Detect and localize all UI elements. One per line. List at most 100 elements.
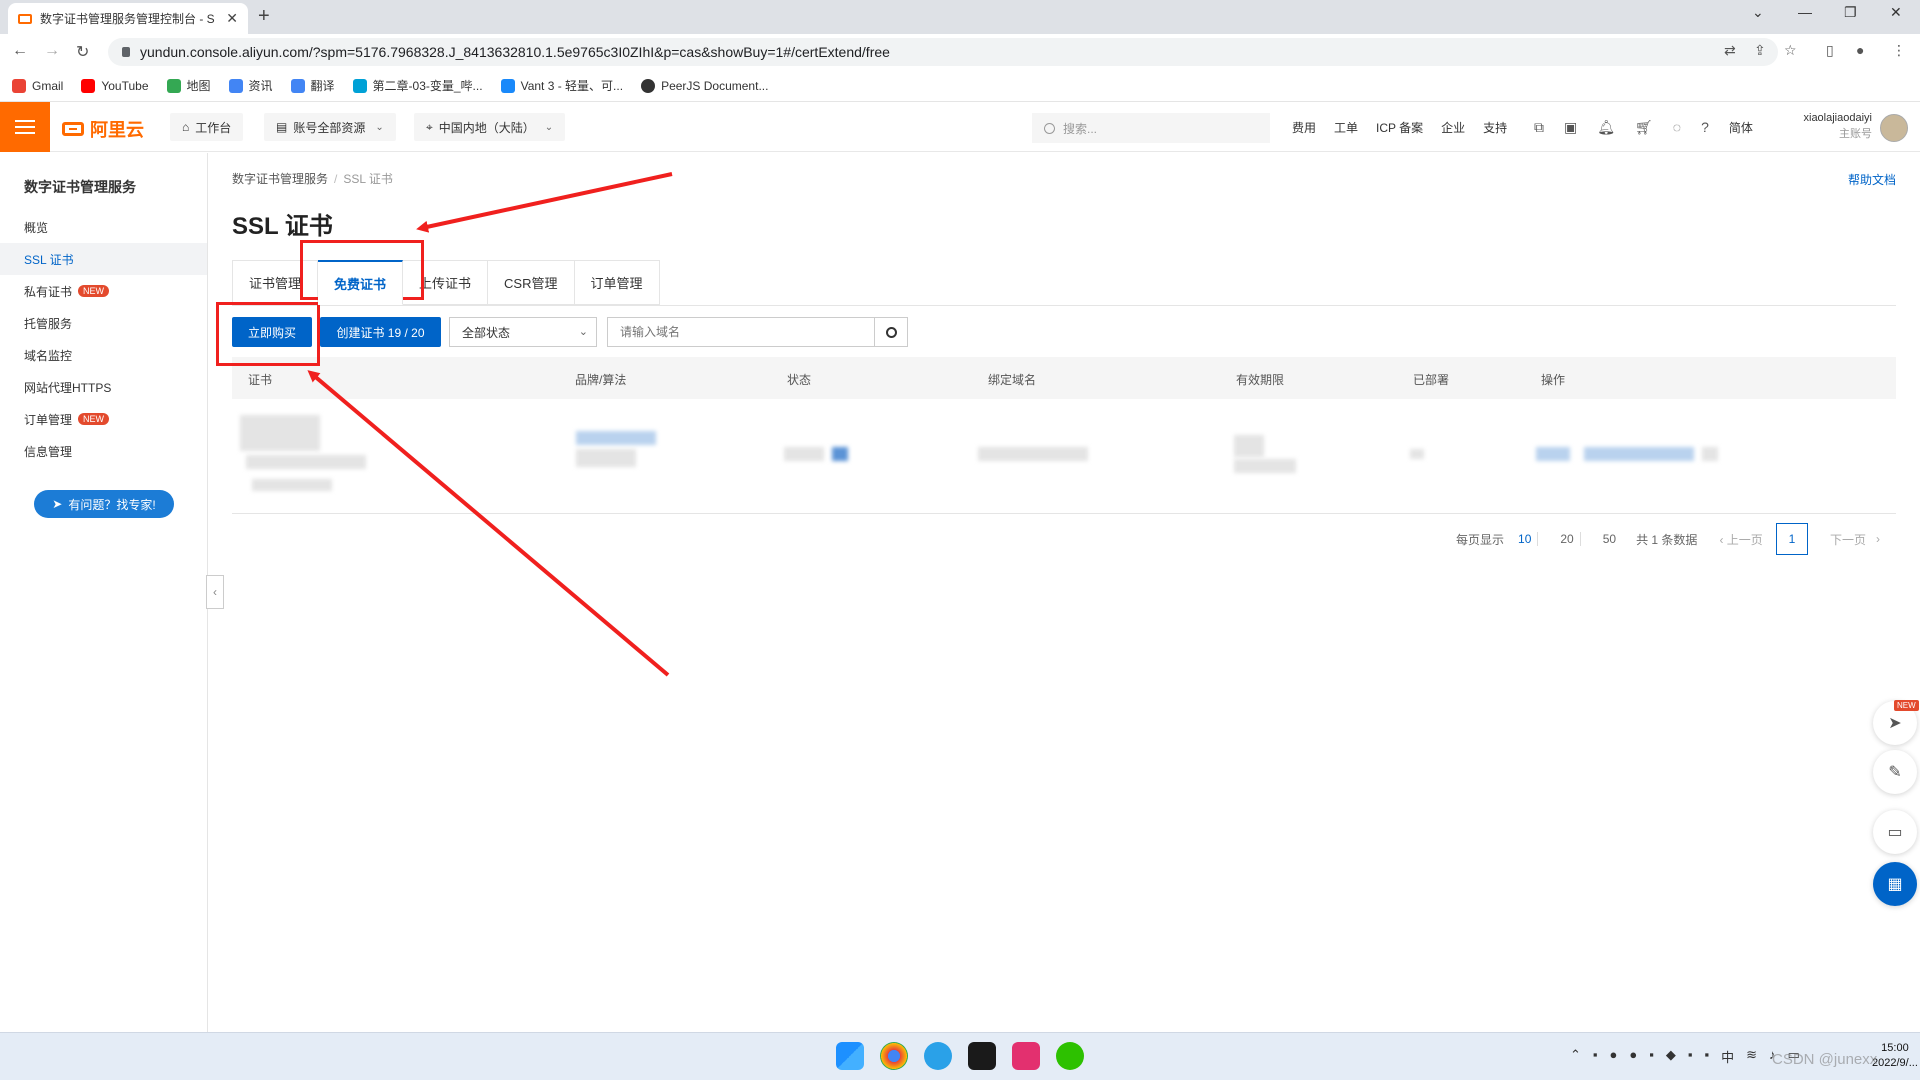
domain-search-button[interactable] [874,317,908,347]
prev-page-button[interactable]: ‹ 上一页 [1719,531,1762,548]
bookmark-gmail[interactable]: Gmail [12,78,63,93]
console-search[interactable]: 搜索... [1032,113,1270,143]
feedback-float-button[interactable]: ▭ [1873,810,1917,854]
sidebar-item-overview[interactable]: 概览 [0,211,207,243]
page-number-current[interactable]: 1 [1776,523,1808,555]
sidebar-item-hosting[interactable]: 托管服务 [0,307,207,339]
aliyun-logo[interactable]: 阿里云 [62,116,144,142]
help-icon[interactable]: ? [1701,119,1709,135]
breadcrumb-root[interactable]: 数字证书管理服务 [232,172,328,186]
sidebar-item-orders[interactable]: 订单管理 NEW [0,403,207,435]
bookmark-peerjs[interactable]: PeerJS Document... [641,78,768,93]
translate-icon[interactable]: ⇄ [1724,42,1736,59]
sidebar-item-private-cert[interactable]: 私有证书 NEW [0,275,207,307]
bookmark-news[interactable]: 资讯 [228,77,273,94]
language-switch[interactable]: 简体 [1729,119,1753,136]
bookmark-vant[interactable]: Vant 3 - 轻量、可... [500,77,623,94]
ime-indicator[interactable]: 中 [1721,1047,1734,1066]
blurred-cert-name [240,415,320,451]
menu-kebab-icon[interactable]: ⋮ [1892,42,1906,59]
hamburger-menu-icon[interactable] [0,102,50,152]
url-field[interactable]: yundun.console.aliyun.com/?spm=5176.7968… [108,38,1778,66]
chrome-icon[interactable] [880,1042,908,1070]
blurred-action-2[interactable] [1584,447,1694,461]
tab-title: 数字证书管理服务管理控制台 - S [40,12,215,26]
profile-icon[interactable]: ● [1856,42,1864,58]
link-icp[interactable]: ICP 备案 [1376,119,1423,136]
terminal-icon[interactable]: ▣ [1564,119,1577,136]
tray-app-icon[interactable]: ● [1610,1047,1618,1066]
tray-app-icon[interactable]: ◆ [1666,1047,1676,1066]
tray-app-icon[interactable]: ▪ [1593,1047,1598,1066]
share-icon[interactable]: ⇪ [1754,42,1766,59]
bookmark-maps[interactable]: 地图 [166,77,211,94]
domain-search-input[interactable] [607,317,875,347]
tray-app-icon[interactable]: ● [1629,1047,1637,1066]
sidebar-item-info[interactable]: 信息管理 [0,435,207,467]
app-icon[interactable]: ⧉ [1534,119,1544,136]
minimize-icon[interactable]: — [1798,4,1812,20]
webstorm-icon[interactable] [968,1042,996,1070]
restore-icon[interactable]: ❐ [1844,4,1857,21]
page-size-10[interactable]: 10 [1512,532,1539,546]
chevron-up-icon[interactable]: ⌃ [1570,1047,1581,1066]
sidebar-item-domain-monitor[interactable]: 域名监控 [0,339,207,371]
sidebar-item-https-proxy[interactable]: 网站代理HTTPS [0,371,207,403]
tab-csr[interactable]: CSR管理 [488,260,575,305]
back-icon[interactable]: ← [12,42,28,60]
tab-free-cert[interactable]: 免费证书 [318,260,404,305]
intellij-icon[interactable] [1012,1042,1040,1070]
youtube-icon [81,78,96,93]
bookmark-star-icon[interactable]: ☆ [1784,42,1797,59]
tab-orders[interactable]: 订单管理 [574,260,660,305]
tab-search-chevron-icon[interactable]: ⌄ [1752,4,1764,21]
tray-app-icon[interactable]: ▪ [1704,1047,1709,1066]
wifi-icon[interactable]: ≋ [1746,1047,1757,1066]
bookmark-youtube[interactable]: YouTube [81,78,149,93]
resources-dropdown[interactable]: ▤ 账号全部资源 ⌄ [264,113,396,141]
translate-app-icon[interactable] [924,1042,952,1070]
bookmark-translate[interactable]: 翻译 [290,77,335,94]
bulb-icon[interactable]: ◌ [1673,119,1681,135]
close-tab-icon[interactable]: ✕ [226,10,238,27]
reload-icon[interactable]: ↻ [76,42,89,62]
help-doc-link[interactable]: 帮助文档 [1848,171,1896,188]
side-panel-icon[interactable]: ▯ [1826,42,1834,59]
forward-icon[interactable]: → [44,42,60,60]
region-dropdown[interactable]: ⌖ 中国内地（大陆） ⌄ [414,113,566,141]
blurred-action-more[interactable] [1702,447,1718,461]
browser-tab[interactable]: 数字证书管理服务管理控制台 - S ✕ [8,3,248,34]
wechat-icon[interactable] [1056,1042,1084,1070]
sidebar: 数字证书管理服务 概览 SSL 证书 私有证书 NEW 托管服务 域名监控 网站代… [0,153,208,1032]
link-tickets[interactable]: 工单 [1334,119,1358,136]
status-select[interactable]: 全部状态 ⌄ [449,317,597,347]
workbench-button[interactable]: ⌂ 工作台 [170,113,244,141]
page-size-20[interactable]: 20 [1554,532,1581,546]
list-icon: ▤ [276,120,288,134]
link-enterprise[interactable]: 企业 [1441,119,1465,136]
blurred-action-1[interactable] [1536,447,1570,461]
next-page-button[interactable]: 下一页 › [1830,523,1880,555]
breadcrumb: 数字证书管理服务 / SSL 证书 [232,170,393,187]
apps-float-button[interactable]: ▦ [1873,862,1917,906]
sidebar-item-ssl[interactable]: SSL 证书 [0,243,207,275]
sidebar-collapse-handle[interactable]: ‹ [206,575,224,609]
user-menu[interactable]: xiaolajiaodaiyi 主账号 [1786,110,1873,142]
new-tab-button[interactable]: + [258,5,270,28]
tray-app-icon[interactable]: ▪ [1688,1047,1693,1066]
create-cert-button[interactable]: 创建证书 19 / 20 [320,317,441,347]
clock[interactable]: 15:00 2022/9/... [1872,1041,1918,1071]
bell-icon[interactable]: 🔔︎ [1597,119,1615,136]
edit-float-button[interactable]: ✎ [1873,750,1917,794]
ask-expert-button[interactable]: ➤ 有问题？找专家! [34,490,174,518]
close-window-icon[interactable]: ✕ [1890,4,1902,21]
windows-start-icon[interactable] [836,1042,864,1070]
avatar[interactable] [1880,114,1908,142]
page-size-50[interactable]: 50 [1597,532,1622,546]
link-support[interactable]: 支持 [1483,119,1507,136]
link-billing[interactable]: 费用 [1292,119,1316,136]
tray-app-icon[interactable]: ▪ [1649,1047,1654,1066]
table-row[interactable] [232,399,1896,514]
bookmark-bilibili[interactable]: 第二章-03-变量_哔... [352,77,483,94]
cart-icon[interactable]: 🛒︎ [1635,119,1653,136]
